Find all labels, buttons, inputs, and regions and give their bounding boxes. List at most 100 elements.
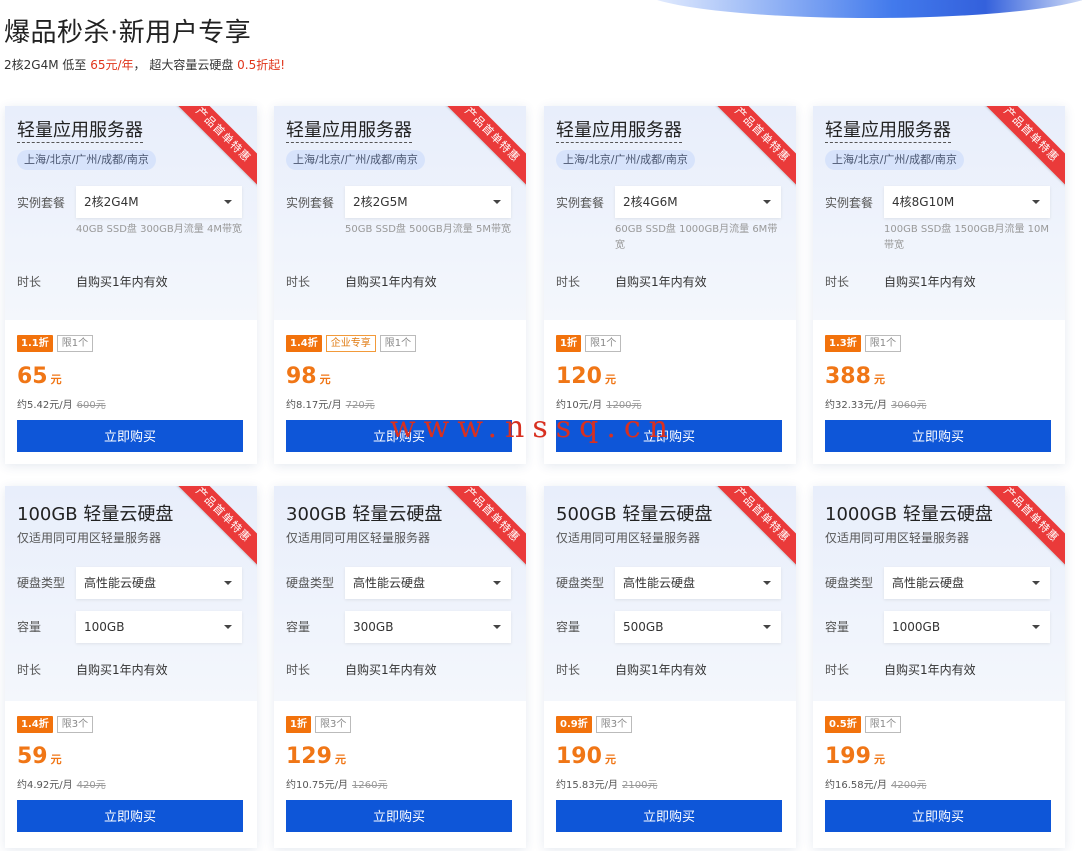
card-desc: 仅适用同可用区轻量服务器 xyxy=(286,531,431,545)
spec-text: 60GB SSD盘 1000GB月流量 6M带宽 xyxy=(615,224,778,251)
price: 199 元 xyxy=(825,744,885,769)
chevron-down-icon xyxy=(493,625,501,629)
card-title[interactable]: 轻量应用服务器 xyxy=(17,120,143,143)
original-price: 720元 xyxy=(345,400,375,411)
badge-row: 1.4折 限3个 xyxy=(17,716,94,733)
buy-button[interactable]: 立即购买 xyxy=(556,420,782,452)
regions-tag: 上海/北京/广州/成都/南京 xyxy=(556,150,695,170)
capacity-select[interactable]: 500GB xyxy=(615,611,781,643)
duration-value: 自购买1年内有效 xyxy=(76,275,168,289)
price-unit: 元 xyxy=(604,373,616,386)
monthly-value: 约10.75元/月 xyxy=(286,780,348,791)
page-title: 爆品秒杀·新用户专享 xyxy=(4,18,252,48)
subtitle-price: 65元/年 xyxy=(90,58,134,72)
duration-value: 自购买1年内有效 xyxy=(615,275,707,289)
discount-badge: 1折 xyxy=(556,335,581,352)
capacity-value: 300GB xyxy=(353,620,394,634)
disk-type-select[interactable]: 高性能云硬盘 xyxy=(615,567,781,599)
card-title[interactable]: 轻量应用服务器 xyxy=(286,120,412,143)
original-price: 2100元 xyxy=(622,780,658,791)
duration-label: 时长 xyxy=(556,663,581,677)
capacity-value: 1000GB xyxy=(892,620,941,634)
limit-badge: 限1个 xyxy=(864,716,902,733)
chevron-down-icon xyxy=(493,581,501,585)
monthly-value: 约10元/月 xyxy=(556,400,603,411)
chevron-down-icon xyxy=(224,625,232,629)
capacity-select[interactable]: 1000GB xyxy=(884,611,1050,643)
price-value: 59 xyxy=(17,744,48,769)
package-select[interactable]: 2核2G5M xyxy=(345,186,511,218)
duration-label: 时长 xyxy=(825,663,850,677)
capacity-select[interactable]: 300GB xyxy=(345,611,511,643)
chevron-down-icon xyxy=(1032,625,1040,629)
limit-badge: 限3个 xyxy=(595,716,633,733)
package-select[interactable]: 4核8G10M xyxy=(884,186,1050,218)
disk-type-label: 硬盘类型 xyxy=(825,576,874,590)
package-value: 2核2G4M xyxy=(84,195,139,209)
badge-row: 1折 限1个 xyxy=(556,335,622,352)
buy-button[interactable]: 立即购买 xyxy=(17,420,243,452)
disk-type-value: 高性能云硬盘 xyxy=(892,576,965,590)
chevron-down-icon xyxy=(763,200,771,204)
duration-label: 时长 xyxy=(556,275,581,289)
package-value: 2核2G5M xyxy=(353,195,408,209)
package-select[interactable]: 2核2G4M xyxy=(76,186,242,218)
card-title[interactable]: 轻量应用服务器 xyxy=(825,120,951,143)
price-unit: 元 xyxy=(334,753,346,766)
limit-badge: 限1个 xyxy=(584,335,622,352)
buy-button[interactable]: 立即购买 xyxy=(825,800,1051,832)
disk-type-value: 高性能云硬盘 xyxy=(623,576,696,590)
page-subtitle: 2核2G4M 低至 65元/年， 超大容量云硬盘 0.5折起! xyxy=(4,56,285,73)
server-card: 产品首单特惠 轻量应用服务器 上海/北京/广州/成都/南京 实例套餐 2核2G5… xyxy=(274,106,526,464)
limit-badge: 限1个 xyxy=(379,335,417,352)
disk-type-select[interactable]: 高性能云硬盘 xyxy=(76,567,242,599)
buy-button[interactable]: 立即购买 xyxy=(286,800,512,832)
badge-row: 1.1折 限1个 xyxy=(17,335,94,352)
limit-badge: 限3个 xyxy=(314,716,352,733)
buy-button[interactable]: 立即购买 xyxy=(17,800,243,832)
buy-button[interactable]: 立即购买 xyxy=(286,420,512,452)
buy-button[interactable]: 立即购买 xyxy=(556,800,782,832)
monthly-value: 约16.58元/月 xyxy=(825,780,887,791)
monthly-value: 约5.42元/月 xyxy=(17,400,73,411)
monthly-price: 约10.75元/月 1260元 xyxy=(286,776,387,791)
card-title: 500GB 轻量云硬盘 xyxy=(556,504,713,525)
disk-type-select[interactable]: 高性能云硬盘 xyxy=(345,567,511,599)
spec-text: 100GB SSD盘 1500GB月流量 10M带宽 xyxy=(884,224,1050,251)
package-label: 实例套餐 xyxy=(556,196,605,210)
capacity-select[interactable]: 100GB xyxy=(76,611,242,643)
duration-value: 自购买1年内有效 xyxy=(345,275,437,289)
card-title[interactable]: 轻量应用服务器 xyxy=(556,120,682,143)
price-unit: 元 xyxy=(50,753,62,766)
disk-type-select[interactable]: 高性能云硬盘 xyxy=(884,567,1050,599)
chevron-down-icon xyxy=(1032,581,1040,585)
disk-type-label: 硬盘类型 xyxy=(17,576,66,590)
original-price: 4200元 xyxy=(891,780,927,791)
capacity-label: 容量 xyxy=(825,620,850,634)
disk-card: 产品首单特惠 1000GB 轻量云硬盘 仅适用同可用区轻量服务器 硬盘类型 高性… xyxy=(813,486,1065,848)
package-select[interactable]: 2核4G6M xyxy=(615,186,781,218)
duration-label: 时长 xyxy=(17,275,42,289)
duration-label: 时长 xyxy=(17,663,42,677)
price-value: 129 xyxy=(286,744,332,769)
duration-value: 自购买1年内有效 xyxy=(884,663,976,677)
duration-label: 时长 xyxy=(286,275,311,289)
price-unit: 元 xyxy=(873,373,885,386)
original-price: 3060元 xyxy=(891,400,927,411)
limit-badge: 限3个 xyxy=(56,716,94,733)
price: 98 元 xyxy=(286,364,331,389)
card-title: 300GB 轻量云硬盘 xyxy=(286,504,443,525)
disk-type-label: 硬盘类型 xyxy=(556,576,605,590)
card-desc: 仅适用同可用区轻量服务器 xyxy=(556,531,701,545)
card-desc: 仅适用同可用区轻量服务器 xyxy=(17,531,162,545)
capacity-label: 容量 xyxy=(286,620,311,634)
monthly-value: 约15.83元/月 xyxy=(556,780,618,791)
original-price: 1260元 xyxy=(352,780,388,791)
capacity-label: 容量 xyxy=(17,620,42,634)
badge-row: 0.5折 限1个 xyxy=(825,716,902,733)
duration-value: 自购买1年内有效 xyxy=(345,663,437,677)
buy-button[interactable]: 立即购买 xyxy=(825,420,1051,452)
price: 388 元 xyxy=(825,364,885,389)
monthly-price: 约16.58元/月 4200元 xyxy=(825,776,926,791)
chevron-down-icon xyxy=(493,200,501,204)
